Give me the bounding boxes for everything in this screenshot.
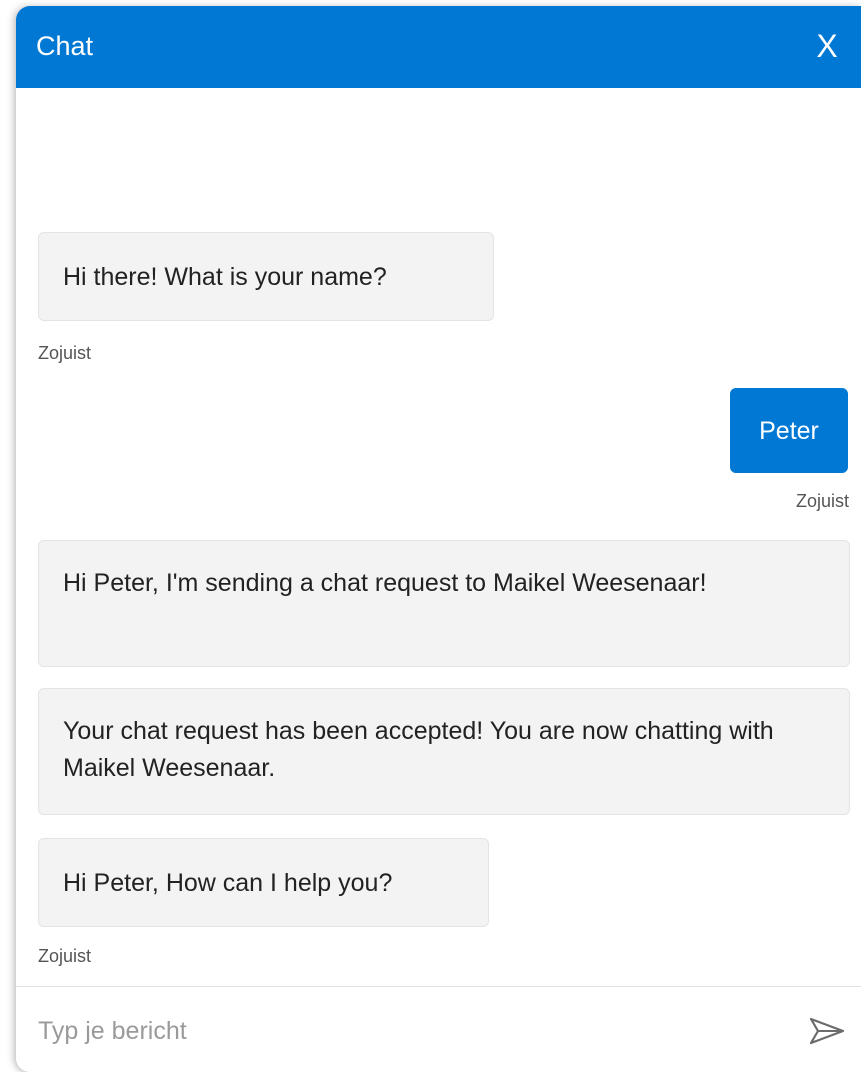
message-input[interactable] — [38, 1009, 778, 1053]
send-icon — [809, 1017, 845, 1045]
chat-title: Chat — [36, 31, 94, 61]
message-text: Hi Peter, I'm sending a chat request to … — [63, 569, 707, 597]
message-timestamp: Zojuist — [38, 946, 92, 966]
message-text: Hi there! What is your name? — [63, 263, 387, 291]
message-timestamp: Zojuist — [38, 343, 92, 363]
send-button[interactable] — [807, 1011, 847, 1051]
message-text: Your chat request has been accepted! You… — [63, 717, 774, 782]
bot-message: Your chat request has been accepted! You… — [38, 688, 850, 815]
message-text: Hi Peter, How can I help you? — [63, 869, 393, 897]
user-message: Peter — [730, 388, 848, 473]
message-list[interactable]: Hi there! What is your name? Zojuist Pet… — [16, 88, 861, 986]
message-composer — [16, 986, 861, 1072]
close-button[interactable]: X — [809, 26, 845, 66]
bot-message: Hi there! What is your name? — [38, 232, 494, 321]
bot-message: Hi Peter, I'm sending a chat request to … — [38, 540, 850, 667]
message-text: Peter — [759, 417, 819, 445]
chat-widget: Chat X Hi there! What is your name? Zoju… — [16, 6, 861, 1072]
bot-message: Hi Peter, How can I help you? — [38, 838, 489, 927]
message-timestamp: Zojuist — [795, 491, 849, 511]
chat-header: Chat X — [16, 6, 861, 88]
